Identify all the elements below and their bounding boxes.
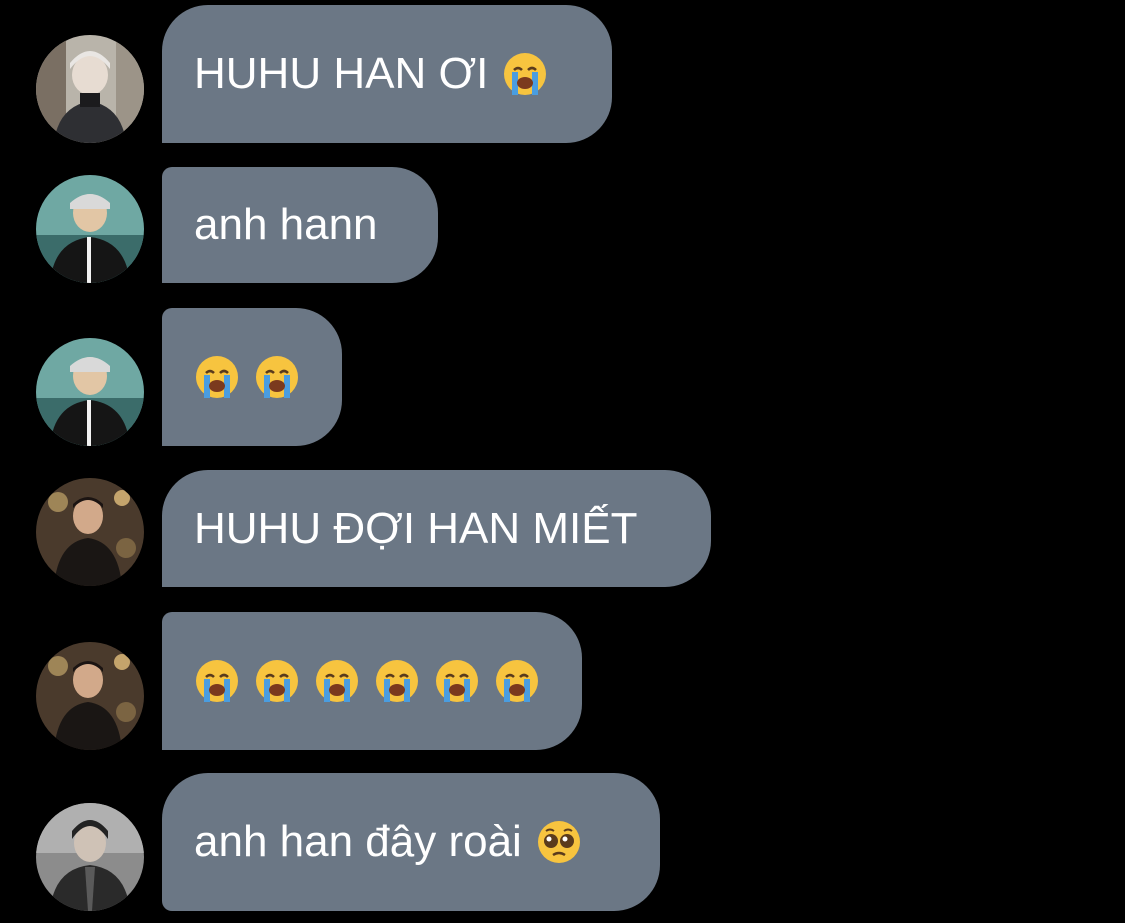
- avatar[interactable]: [36, 478, 144, 586]
- crying-face-icon: [434, 658, 480, 704]
- message-text: HUHU ĐỢI HAN MIẾT: [194, 503, 638, 553]
- avatar-cap-jacket-icon: [36, 338, 144, 446]
- message-row: [0, 612, 1125, 750]
- avatar-cap-jacket-icon: [36, 175, 144, 283]
- avatar-dark-suit-icon: [36, 642, 144, 750]
- message-bubble[interactable]: [162, 308, 342, 446]
- crying-face-icon: [194, 354, 240, 400]
- chat-thread: HUHU HAN ƠI anh hann HUHU ĐỢI HAN MIẾT a…: [0, 0, 1125, 923]
- crying-face-icon: [254, 658, 300, 704]
- crying-face-icon: [502, 51, 548, 97]
- message-row: anh han đây roài: [0, 773, 1125, 911]
- message-text: anh han đây roài: [194, 817, 522, 866]
- avatar[interactable]: [36, 175, 144, 283]
- crying-face-icon: [314, 658, 360, 704]
- message-bubble[interactable]: [162, 612, 582, 750]
- avatar-dark-suit-icon: [36, 478, 144, 586]
- crying-face-icon: [254, 354, 300, 400]
- message-text: anh hann: [194, 200, 378, 249]
- crying-face-icon: [494, 658, 540, 704]
- message-bubble[interactable]: anh hann: [162, 167, 438, 283]
- avatar-tie-portrait-icon: [36, 803, 144, 911]
- emoji-group: [194, 354, 300, 400]
- message-row: HUHU HAN ƠI: [0, 5, 1125, 143]
- message-row: anh hann: [0, 167, 1125, 283]
- message-row: [0, 308, 1125, 446]
- avatar[interactable]: [36, 642, 144, 750]
- crying-face-icon: [194, 658, 240, 704]
- message-text: HUHU HAN ƠI: [194, 49, 489, 98]
- crying-face-icon: [374, 658, 420, 704]
- avatar-silver-hair-icon: [36, 35, 144, 143]
- avatar[interactable]: [36, 803, 144, 911]
- message-row: HUHU ĐỢI HAN MIẾT: [0, 470, 1125, 587]
- message-bubble[interactable]: anh han đây roài: [162, 773, 660, 911]
- pleading-face-icon: [536, 819, 582, 865]
- emoji-group: [194, 658, 540, 704]
- message-bubble[interactable]: HUHU HAN ƠI: [162, 5, 612, 143]
- avatar[interactable]: [36, 35, 144, 143]
- avatar[interactable]: [36, 338, 144, 446]
- message-bubble[interactable]: HUHU ĐỢI HAN MIẾT: [162, 470, 711, 587]
